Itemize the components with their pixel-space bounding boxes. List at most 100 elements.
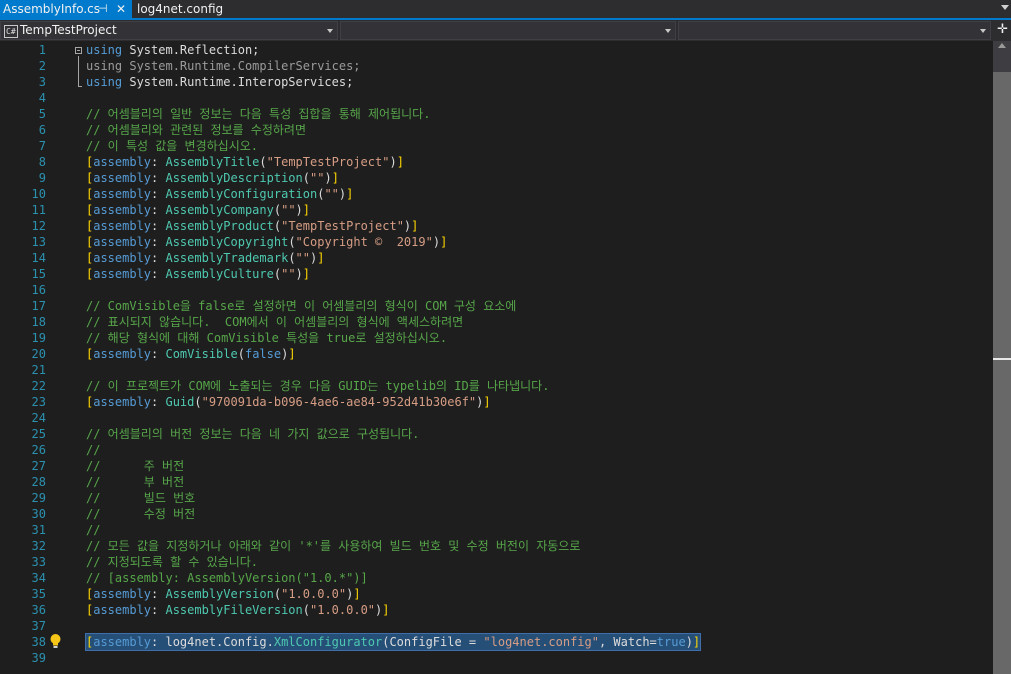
code-line[interactable]: 21 [0,362,993,378]
code-text: using System.Runtime.CompilerServices; [86,58,361,74]
code-token: : [151,219,166,233]
code-text: using System.Runtime.InteropServices; [86,74,353,90]
scroll-up-arrow-icon[interactable] [998,43,1006,48]
code-token: // 해당 형식에 대해 ComVisible 특성을 true로 설정하십시오… [86,331,448,345]
vertical-scrollbar[interactable] [993,41,1011,674]
code-line[interactable]: 30 // 수정 버전 [0,506,993,522]
code-token: ] [353,587,361,601]
line-number: 38 [31,635,46,649]
tab-assemblyinfo[interactable]: AssemblyInfo.cs ⊣ ✕ [0,0,132,18]
code-token: assembly [93,347,152,361]
code-line[interactable]: 10 [assembly: AssemblyConfiguration("")] [0,186,993,202]
code-token: AssemblyFileVersion [165,603,303,617]
code-token: ) [295,267,303,281]
chevron-down-icon [980,29,986,33]
code-line[interactable]: 28 // 부 버전 [0,474,993,490]
code-line[interactable]: 32 // 모든 값을 지정하거나 아래와 같이 '*'를 사용하여 빌드 번호 … [0,538,993,554]
code-line[interactable]: 33 // 지정되도록 할 수 있습니다. [0,554,993,570]
code-line[interactable]: 35 [assembly: AssemblyVersion("1.0.0.0")] [0,586,993,602]
code-text: [assembly: AssemblyCopyright("Copyright … [86,234,447,250]
code-line[interactable]: 16 [0,282,993,298]
code-line[interactable]: 36 [assembly: AssemblyFileVersion("1.0.0.… [0,602,993,618]
code-token: ) [432,235,441,249]
code-token: // [86,523,101,537]
code-line[interactable]: 14 [assembly: AssemblyTrademark("")] [0,250,993,266]
project-dropdown[interactable]: C# TempTestProject [0,21,338,40]
code-line[interactable]: 12 [assembly: AssemblyProduct("TempTestPr… [0,218,993,234]
pin-icon[interactable]: ⊣ [98,0,108,18]
line-number: 31 [31,523,46,537]
line-number: 26 [31,443,46,457]
code-line[interactable]: 15 [assembly: AssemblyCulture("")] [0,266,993,282]
code-token: XmlConfigurator [273,635,383,649]
tab-overflow-dropdown-icon[interactable] [1001,5,1009,10]
code-line[interactable]: 7 // 이 특성 값을 변경하십시오. [0,138,993,154]
tab-log4net-config[interactable]: log4net.config [137,0,257,18]
code-token: // 주 버전 [86,459,185,473]
code-text: // [86,522,100,538]
code-line[interactable]: 23 [assembly: Guid("970091da-b096-4ae6-ae… [0,394,993,410]
member-dropdown[interactable] [678,21,991,40]
code-line[interactable]: 13 [assembly: AssemblyCopyright("Copyrigh… [0,234,993,250]
code-line[interactable]: 39 [0,650,993,666]
code-line[interactable]: 9 [assembly: AssemblyDescription("")] [0,170,993,186]
code-line[interactable]: 26 // [0,442,993,458]
line-number: 32 [31,539,46,553]
close-icon[interactable]: ✕ [116,0,126,18]
code-token: ComVisible [165,347,238,361]
line-number: 19 [31,331,46,345]
code-line[interactable]: 6 // 어셈블리와 관련된 정보를 수정하려면 [0,122,993,138]
code-token: "" [281,203,296,217]
code-line[interactable]: 19 // 해당 형식에 대해 ComVisible 특성을 true로 설정하십… [0,330,993,346]
code-line[interactable]: 8 [assembly: AssemblyTitle("TempTestProje… [0,154,993,170]
code-line[interactable]: 29 // 빌드 번호 [0,490,993,506]
code-line[interactable]: 17 // ComVisible을 false로 설정하면 이 어셈블리의 형식이… [0,298,993,314]
code-text: // 수정 버전 [86,506,195,522]
code-token: ] [692,635,701,649]
code-token: using [86,75,123,89]
line-number: 20 [31,347,46,361]
code-line[interactable]: 18 // 표시되지 않습니다. COM에서 이 어셈블리의 형식에 액세스하려면 [0,314,993,330]
scrollbar-thumb[interactable] [993,72,1011,674]
line-number: 25 [31,427,46,441]
code-token: : [151,267,166,281]
code-editor[interactable]: 1 using System.Reflection; 2 using System.R… [0,41,993,674]
code-line[interactable]: 24 [0,410,993,426]
code-line[interactable]: 20 [assembly: ComVisible(false)] [0,346,993,362]
code-line[interactable]: 37 [0,618,993,634]
code-token: ( [288,235,296,249]
code-token: : [151,155,166,169]
line-number: 29 [31,491,46,505]
code-token: // 이 특성 값을 변경하십시오. [86,139,259,153]
code-line[interactable]: 31 // [0,522,993,538]
code-token: "" [295,251,310,265]
code-token: : [151,251,166,265]
code-token: ] [382,603,390,617]
code-token: : [151,171,166,185]
code-token: AssemblyTitle [165,155,260,169]
code-line[interactable]: 27 // 주 버전 [0,458,993,474]
code-line[interactable]: 2 using System.Runtime.CompilerServices; [0,58,993,74]
split-editor-icon[interactable]: ✛ [997,22,1008,37]
code-token: assembly [93,203,152,217]
code-token: assembly [93,267,152,281]
code-line[interactable]: 5 // 어셈블리의 일반 정보는 다음 특성 집합을 통해 제어됩니다. [0,106,993,122]
code-line[interactable]: 4 [0,90,993,106]
code-line[interactable]: 25 // 어셈블리의 버전 정보는 다음 네 가지 값으로 구성됩니다. [0,426,993,442]
code-token: ( [273,219,282,233]
line-number: 37 [31,619,46,633]
code-token: "" [281,267,296,281]
code-token: true [656,635,686,649]
code-line[interactable]: 3 using System.Runtime.InteropServices; [0,74,993,90]
code-line[interactable]: 1 using System.Reflection; [0,42,993,58]
code-line[interactable]: 34 // [assembly: AssemblyVersion("1.0.*")… [0,570,993,586]
code-token: ] [302,203,311,217]
type-dropdown[interactable] [340,21,676,40]
code-line[interactable]: 11 [assembly: AssemblyCompany("")] [0,202,993,218]
code-text: [assembly: AssemblyConfiguration("")] [86,186,353,202]
code-line[interactable]: 38 [assembly: log4net.Config.XmlConfigura… [0,633,993,651]
code-token: ( [237,347,245,361]
code-token: // 빌드 번호 [86,491,196,505]
lightbulb-icon[interactable] [49,633,62,649]
code-line[interactable]: 22 // 이 프로젝트가 COM에 노출되는 경우 다음 GUID는 typel… [0,378,993,394]
